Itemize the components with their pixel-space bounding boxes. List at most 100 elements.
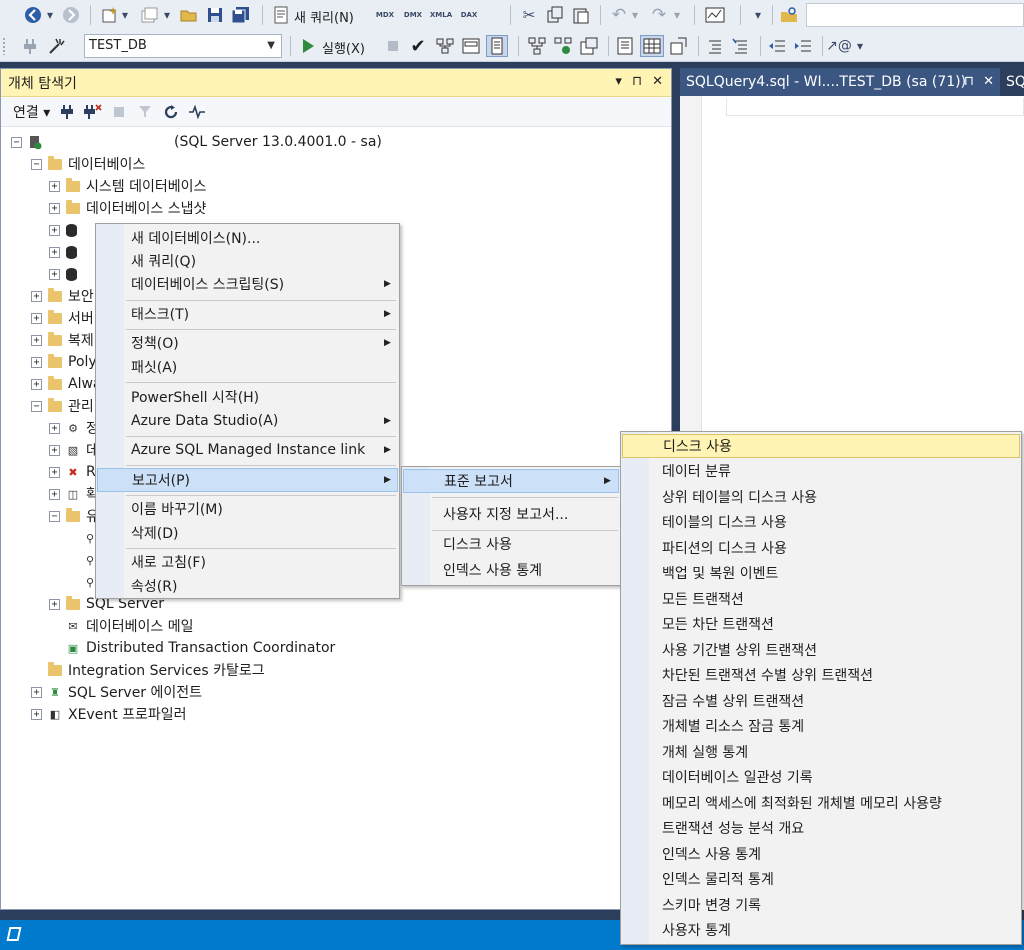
tree-node-management-child[interactable]: + ◫ 확 bbox=[49, 483, 99, 505]
menu-item-report-data-classification[interactable]: 데이터 분류 bbox=[622, 459, 1020, 483]
results-to-text-icon[interactable] bbox=[614, 35, 636, 57]
expand-icon[interactable]: + bbox=[31, 334, 42, 346]
results-to-file-icon[interactable] bbox=[668, 35, 690, 57]
connect-dropdown-button[interactable]: 연결 ▾ bbox=[13, 102, 50, 122]
menu-item-report-resource-locking-stats[interactable]: 개체별 리소스 잠금 통계 bbox=[622, 714, 1020, 738]
tree-node-database-mail[interactable]: ✉ 데이터베이스 메일 bbox=[66, 615, 193, 637]
expand-icon[interactable]: + bbox=[31, 686, 42, 698]
menu-item-custom-reports[interactable]: 사용자 지정 보고서... bbox=[403, 502, 619, 526]
stop-icon[interactable] bbox=[384, 35, 402, 57]
live-stats-icon[interactable] bbox=[552, 35, 574, 57]
connect-plug-icon[interactable] bbox=[20, 35, 40, 57]
menu-item-reports[interactable]: 보고서(P) ▶ bbox=[97, 468, 398, 492]
open-file-icon[interactable] bbox=[178, 4, 200, 26]
tree-node-always-on[interactable]: + Alwa bbox=[31, 373, 102, 395]
menu-item-report-disk-usage[interactable]: 디스크 사용 bbox=[622, 434, 1020, 458]
uncomment-icon[interactable] bbox=[730, 35, 752, 57]
menu-item-azure-sql-mi-link[interactable]: Azure SQL Managed Instance link ▶ bbox=[97, 438, 398, 462]
tree-node-database[interactable]: + bbox=[49, 241, 83, 263]
tree-node-database[interactable]: + bbox=[49, 219, 83, 241]
redo-icon[interactable]: ↷ bbox=[648, 4, 670, 26]
editor-current-line[interactable] bbox=[726, 98, 1024, 116]
menu-item-refresh[interactable]: 새로 고침(F) bbox=[97, 550, 398, 574]
tree-node-management[interactable]: − 관리 bbox=[31, 395, 94, 417]
execute-icon[interactable] bbox=[298, 35, 318, 57]
menu-item-disk-usage-recent[interactable]: 디스크 사용 bbox=[403, 532, 619, 556]
menu-item-report-all-transactions[interactable]: 모든 트랜잭션 bbox=[622, 587, 1020, 611]
collapse-icon[interactable]: − bbox=[31, 158, 42, 170]
find-combo-input[interactable] bbox=[806, 3, 1024, 27]
menu-item-report-top-transactions-by-locks[interactable]: 잠금 수별 상위 트랜잭션 bbox=[622, 689, 1020, 713]
add-item-dropdown-icon[interactable]: ▾ bbox=[162, 4, 172, 26]
expand-icon[interactable]: + bbox=[49, 180, 60, 192]
close-icon[interactable]: ✕ bbox=[652, 74, 663, 89]
results-to-grid-icon[interactable] bbox=[640, 35, 664, 57]
menu-item-report-transaction-performance-analysis[interactable]: 트랜잭션 성능 분석 개요 bbox=[622, 816, 1020, 840]
tree-node-security[interactable]: + 보안 bbox=[31, 285, 94, 307]
tree-node-system-databases[interactable]: + 시스템 데이터베이스 bbox=[49, 175, 206, 197]
menu-item-report-schema-changes-history[interactable]: 스키마 변경 기록 bbox=[622, 893, 1020, 917]
menu-item-script-database[interactable]: 데이터베이스 스크립팅(S) ▶ bbox=[97, 272, 398, 296]
tree-node-sql-server-agent[interactable]: + ♜ SQL Server 에이전트 bbox=[31, 681, 202, 703]
tab-next[interactable]: SQ bbox=[1002, 68, 1024, 96]
menu-item-properties[interactable]: 속성(R) bbox=[97, 574, 398, 598]
tree-node-integration-services[interactable]: Integration Services 카탈로그 bbox=[31, 659, 265, 681]
menu-item-report-object-execution-stats[interactable]: 개체 실행 통계 bbox=[622, 740, 1020, 764]
toolbar-overflow-icon[interactable]: ▾ bbox=[852, 35, 868, 57]
tree-node-database[interactable]: + bbox=[49, 263, 83, 285]
execute-button[interactable]: 실행(X) bbox=[322, 38, 365, 57]
client-stats-icon[interactable] bbox=[578, 35, 600, 57]
menu-item-report-user-statistics[interactable]: 사용자 통계 bbox=[622, 918, 1020, 942]
new-query-icon[interactable] bbox=[270, 4, 292, 26]
menu-item-report-disk-usage-by-table[interactable]: 테이블의 디스크 사용 bbox=[622, 510, 1020, 534]
menu-item-facets[interactable]: 패싯(A) bbox=[97, 355, 398, 379]
tree-node-management-child[interactable]: + ▧ 데 bbox=[49, 439, 99, 461]
expand-icon[interactable]: + bbox=[31, 378, 42, 390]
menu-item-index-usage-recent[interactable]: 인덱스 사용 통계 bbox=[403, 558, 619, 582]
pin-tab-icon[interactable]: ⊓ bbox=[964, 74, 974, 89]
tree-node-polybase[interactable]: + Poly bbox=[31, 351, 97, 373]
menu-item-report-top-transactions-by-blocked[interactable]: 차단된 트랜잭션 수별 상위 트랜잭션 bbox=[622, 663, 1020, 687]
stop-icon[interactable] bbox=[110, 103, 128, 121]
save-all-icon[interactable] bbox=[230, 4, 252, 26]
tree-node-server[interactable]: − (SQL Server 13.0.4001.0 - sa) bbox=[11, 131, 382, 153]
menu-item-policies[interactable]: 정책(O) ▶ bbox=[97, 331, 398, 355]
forward-icon[interactable] bbox=[60, 4, 82, 26]
save-icon[interactable] bbox=[204, 4, 226, 26]
refresh-icon[interactable] bbox=[162, 103, 180, 121]
menu-item-start-powershell[interactable]: PowerShell 시작(H) bbox=[97, 385, 398, 409]
find-in-files-icon[interactable] bbox=[778, 4, 800, 26]
available-databases-select[interactable]: TEST_DB ▼ bbox=[84, 34, 282, 58]
expand-icon[interactable]: + bbox=[49, 246, 60, 258]
include-plan-icon[interactable] bbox=[526, 35, 548, 57]
comment-out-icon[interactable] bbox=[704, 35, 726, 57]
toolbar-options-icon[interactable]: ▾ bbox=[750, 4, 766, 26]
tree-node-management-child[interactable]: − 유 bbox=[49, 505, 99, 527]
cut-icon[interactable]: ✂ bbox=[518, 4, 540, 26]
tree-node-replication[interactable]: + 복제 bbox=[31, 329, 94, 351]
query-options-icon[interactable] bbox=[460, 35, 482, 57]
copy-icon[interactable] bbox=[544, 4, 566, 26]
tree-node-database-snapshots[interactable]: + 데이터베이스 스냅샷 bbox=[49, 197, 206, 219]
add-item-icon[interactable] bbox=[138, 4, 160, 26]
new-project-dropdown-icon[interactable]: ▾ bbox=[120, 4, 130, 26]
menu-item-report-top-transactions-by-age[interactable]: 사용 기간별 상위 트랜잭션 bbox=[622, 638, 1020, 662]
tab-sqlquery4[interactable]: SQLQuery4.sql - WI....TEST_DB (sa (71)) … bbox=[680, 68, 1000, 96]
menu-item-new-database[interactable]: 새 데이터베이스(N)... bbox=[97, 226, 398, 250]
increase-indent-icon[interactable] bbox=[792, 35, 814, 57]
expand-icon[interactable]: + bbox=[31, 312, 42, 324]
dmx-query-icon[interactable]: DMX bbox=[400, 4, 426, 26]
menu-item-standard-reports[interactable]: 표준 보고서 ▶ bbox=[403, 469, 619, 493]
undo-dropdown-icon[interactable]: ▾ bbox=[630, 4, 640, 26]
menu-item-rename[interactable]: 이름 바꾸기(M) bbox=[97, 497, 398, 521]
collapse-icon[interactable]: − bbox=[49, 510, 60, 522]
undo-icon[interactable]: ↶ bbox=[608, 4, 630, 26]
activity-monitor-icon[interactable] bbox=[702, 4, 728, 26]
collapse-icon[interactable]: − bbox=[11, 136, 22, 148]
connect-icon[interactable] bbox=[58, 103, 76, 121]
close-tab-icon[interactable]: ✕ bbox=[983, 74, 994, 89]
menu-item-report-disk-usage-top-tables[interactable]: 상위 테이블의 디스크 사용 bbox=[622, 485, 1020, 509]
expand-icon[interactable]: + bbox=[49, 488, 60, 500]
xmla-query-icon[interactable]: XMLA bbox=[428, 4, 454, 26]
expand-icon[interactable]: + bbox=[49, 422, 60, 434]
